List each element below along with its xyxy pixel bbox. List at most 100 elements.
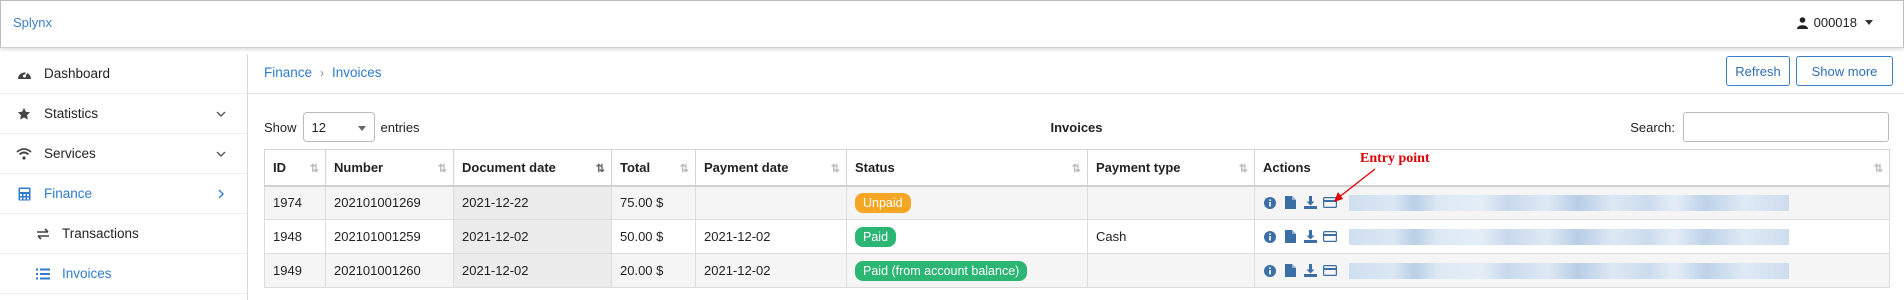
blurred-content xyxy=(1349,262,1789,279)
search-input[interactable] xyxy=(1683,112,1889,142)
sort-icon: ⇅ xyxy=(1873,163,1883,175)
annotation-arrow-icon xyxy=(1334,168,1376,202)
cell-actions xyxy=(1254,219,1890,254)
sidebar-item-statistics[interactable]: Statistics xyxy=(0,94,247,134)
cell-payment-type xyxy=(1087,185,1255,220)
cell-status: Unpaid xyxy=(846,185,1088,220)
download-icon[interactable] xyxy=(1303,264,1317,278)
column-header-payment-type[interactable]: Payment type ⇅ xyxy=(1087,149,1255,187)
cell-payment-date xyxy=(695,185,847,220)
credit-card-icon[interactable] xyxy=(1323,264,1337,278)
sidebar-item-dashboard[interactable]: Dashboard xyxy=(0,54,247,94)
show-more-button[interactable]: Show more xyxy=(1796,56,1893,86)
main-content: Finance › Invoices Refresh Show more Inv… xyxy=(249,48,1904,300)
breadcrumb: Finance › Invoices xyxy=(264,65,382,80)
refresh-button[interactable]: Refresh xyxy=(1726,56,1790,86)
blurred-content xyxy=(1349,194,1789,211)
chevron-down-icon xyxy=(216,151,226,157)
download-icon[interactable] xyxy=(1303,196,1317,210)
sort-icon: ⇅ xyxy=(309,163,319,175)
info-icon[interactable] xyxy=(1263,264,1277,278)
credit-card-icon[interactable] xyxy=(1323,230,1337,244)
search-label: Search: xyxy=(1630,119,1675,135)
status-badge: Paid (from account balance) xyxy=(855,260,1028,281)
star-icon xyxy=(14,106,34,122)
entries-value: 12 xyxy=(311,119,326,135)
column-header-total[interactable]: Total ⇅ xyxy=(611,149,696,187)
table-row: 1949 202101001260 2021-12-02 20.00 $ 202… xyxy=(264,253,1890,288)
sidebar-item-label: Finance xyxy=(44,186,93,201)
cell-id: 1948 xyxy=(264,219,326,254)
sidebar-item-services[interactable]: Services xyxy=(0,134,247,174)
sort-icon: ⇅ xyxy=(437,163,447,175)
table-header-row: ID ⇅ Number ⇅ Document date ⇅ Total ⇅ Paymen… xyxy=(264,149,1890,187)
table-tools: Invoices Show 12 entries Search: xyxy=(264,112,1889,144)
download-icon[interactable] xyxy=(1303,230,1317,244)
entries-select[interactable]: 12 xyxy=(302,112,375,142)
cell-total: 75.00 $ xyxy=(611,185,696,220)
cell-status: Paid xyxy=(846,219,1088,254)
column-header-document-date[interactable]: Document date ⇅ xyxy=(453,149,612,187)
sidebar-item-transactions[interactable]: Transactions xyxy=(0,214,247,254)
chevron-right-icon xyxy=(218,189,224,199)
cell-total: 50.00 $ xyxy=(611,219,696,254)
sort-desc-icon: ⇅ xyxy=(595,163,605,175)
table-row: 1948 202101001259 2021-12-02 50.00 $ 202… xyxy=(264,219,1890,254)
chevron-right-icon: › xyxy=(320,65,325,80)
status-badge: Paid xyxy=(855,226,897,247)
top-bar: Splynx 000018 xyxy=(0,0,1904,48)
breadcrumb-bar: Finance › Invoices Refresh Show more xyxy=(249,48,1904,94)
chevron-down-icon xyxy=(216,111,226,117)
sort-icon: ⇅ xyxy=(830,163,840,175)
table-row: 1974 202101001269 2021-12-22 75.00 $ Unp… xyxy=(264,185,1890,220)
info-icon[interactable] xyxy=(1263,196,1277,210)
column-header-payment-date[interactable]: Payment date ⇅ xyxy=(695,149,847,187)
sort-icon: ⇅ xyxy=(679,163,689,175)
dashboard-icon xyxy=(14,66,34,82)
list-icon xyxy=(34,267,52,281)
info-icon[interactable] xyxy=(1263,230,1277,244)
sidebar-item-label: Invoices xyxy=(62,266,112,281)
cell-actions xyxy=(1254,253,1890,288)
cell-payment-type xyxy=(1087,253,1255,288)
blurred-content xyxy=(1349,228,1789,245)
user-menu[interactable]: 000018 xyxy=(1796,15,1873,30)
cell-document-date: 2021-12-22 xyxy=(453,185,612,220)
entries-label: entries xyxy=(380,119,420,135)
document-icon[interactable] xyxy=(1283,196,1297,210)
cell-number: 202101001269 xyxy=(325,185,454,220)
sidebar-item-finance[interactable]: Finance xyxy=(0,174,247,214)
calculator-icon xyxy=(14,186,34,202)
cell-id: 1949 xyxy=(264,253,326,288)
status-badge: Unpaid xyxy=(855,192,911,213)
cell-payment-date: 2021-12-02 xyxy=(695,253,847,288)
column-header-id[interactable]: ID ⇅ xyxy=(264,149,326,187)
column-header-number[interactable]: Number ⇅ xyxy=(325,149,454,187)
sidebar-item-label: Services xyxy=(44,146,96,161)
cell-payment-type: Cash xyxy=(1087,219,1255,254)
cell-status: Paid (from account balance) xyxy=(846,253,1088,288)
sidebar-item-label: Transactions xyxy=(62,226,139,241)
breadcrumb-finance[interactable]: Finance xyxy=(264,65,312,80)
wifi-icon xyxy=(14,146,34,162)
cell-number: 202101001259 xyxy=(325,219,454,254)
column-header-status[interactable]: Status ⇅ xyxy=(846,149,1088,187)
cell-total: 20.00 $ xyxy=(611,253,696,288)
document-icon[interactable] xyxy=(1283,230,1297,244)
document-icon[interactable] xyxy=(1283,264,1297,278)
breadcrumb-invoices[interactable]: Invoices xyxy=(332,65,382,80)
caret-down-icon xyxy=(357,126,366,131)
sidebar-item-label: Dashboard xyxy=(44,66,111,81)
user-id: 000018 xyxy=(1813,15,1857,30)
sidebar: Dashboard Statistics Services Finance Tr… xyxy=(0,54,248,300)
brand-link[interactable]: Splynx xyxy=(13,15,52,30)
arrows-icon xyxy=(34,227,52,241)
sort-icon: ⇅ xyxy=(1071,163,1081,175)
sidebar-item-invoices[interactable]: Invoices xyxy=(0,254,247,294)
cell-id: 1974 xyxy=(264,185,326,220)
cell-document-date: 2021-12-02 xyxy=(453,253,612,288)
cell-document-date: 2021-12-02 xyxy=(453,219,612,254)
cell-payment-date: 2021-12-02 xyxy=(695,219,847,254)
search-control: Search: xyxy=(1630,112,1889,142)
entry-point-annotation: Entry point xyxy=(1360,151,1430,166)
